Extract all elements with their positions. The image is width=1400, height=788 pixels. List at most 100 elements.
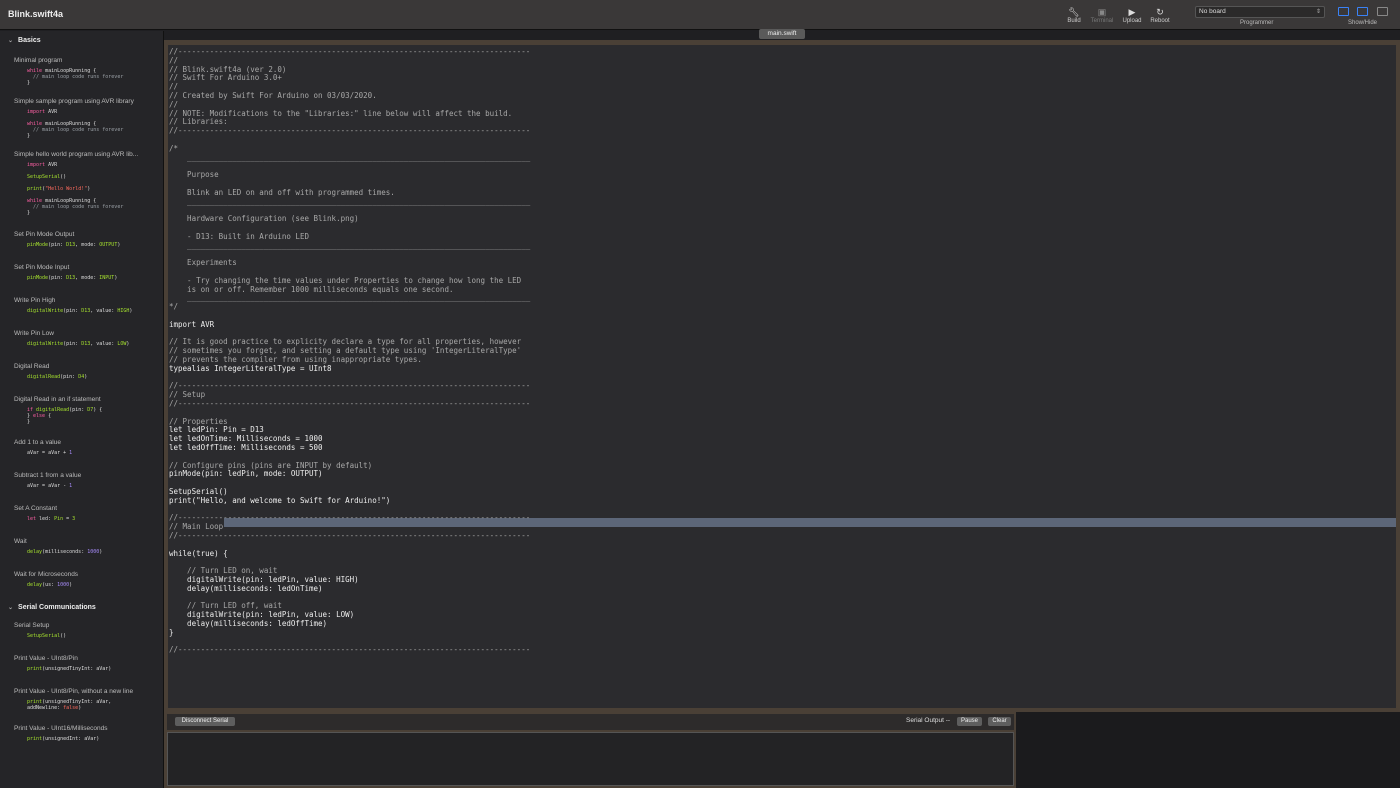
- snippet-code: digitalWrite(pin: D13, value: HIGH): [27, 308, 133, 314]
- snippet-print-uint16[interactable]: Print Value - UInt16/Milliseconds print(…: [14, 725, 163, 742]
- code-editor[interactable]: //--------------------------------------…: [168, 45, 1396, 708]
- snippet-serial-setup[interactable]: Serial Setup SetupSerial(): [14, 622, 163, 639]
- code-line: Purpose: [169, 170, 219, 180]
- snippet-wait-microseconds[interactable]: Wait for Microseconds delay(us: 1000): [14, 571, 163, 588]
- snippet-title: Print Value - UInt16/Milliseconds: [14, 725, 108, 732]
- snippet-print-uint8[interactable]: Print Value - UInt8/Pin print(unsignedTi…: [14, 655, 163, 672]
- code-line: //: [169, 82, 179, 92]
- code-line: - Try changing the time values under Pro…: [169, 275, 522, 285]
- snippet-code: print(unsignedTinyInt: aVar): [27, 666, 112, 672]
- code-line: // Turn LED on, wait: [169, 566, 278, 576]
- section-basics[interactable]: ⌄ Basics: [8, 35, 163, 47]
- snippet-title: Digital Read: [14, 363, 50, 370]
- code-line: SetupSerial(): [169, 487, 228, 496]
- snippet-digital-read[interactable]: Digital Read digitalRead(pin: D4): [14, 363, 163, 380]
- snippet-title: Write Pin Low: [14, 330, 54, 337]
- clear-button[interactable]: Clear: [988, 717, 1011, 726]
- code-line: //: [169, 55, 179, 65]
- snippet-subtract-one[interactable]: Subtract 1 from a value aVar = aVar - 1: [14, 472, 163, 489]
- snippet-code: delay(us: 1000): [27, 582, 73, 588]
- showhide-label: Show/Hide: [1348, 20, 1378, 26]
- terminal-icon: ▣: [1097, 7, 1107, 17]
- snippet-code: print(unsignedTinyInt: aVar, addNewline:…: [27, 699, 112, 711]
- board-value: No board: [1199, 8, 1226, 15]
- snippet-digital-read-if[interactable]: Digital Read in an if statement if digit…: [14, 396, 163, 425]
- chevron-updown-icon: ⇕: [1315, 9, 1321, 15]
- snippet-set-constant[interactable]: Set A Constant let led: Pin = 3: [14, 505, 163, 522]
- empty-panel: [1016, 712, 1400, 788]
- snippet-code: let led: Pin = 3: [27, 516, 76, 522]
- code-line: //--------------------------------------…: [169, 47, 531, 56]
- terminal-button[interactable]: ▣ Terminal: [1086, 6, 1118, 24]
- code-line: //--------------------------------------…: [169, 513, 531, 523]
- section-basics-label: Basics: [18, 37, 41, 44]
- snippet-pin-mode-input[interactable]: Set Pin Mode Input pinMode(pin: D13, mod…: [14, 264, 163, 281]
- reboot-button[interactable]: ↻ Reboot: [1144, 6, 1176, 24]
- code-line: typealias IntegerLiteralType = UInt8: [169, 363, 332, 373]
- code-line: // Properties: [169, 416, 228, 426]
- snippet-title: Simple hello world program using AVR lib…: [14, 151, 139, 158]
- show-bottom-panel-icon[interactable]: [1357, 7, 1368, 16]
- window-title: Blink.swift4a: [8, 9, 64, 19]
- tab-main-swift[interactable]: main.swift: [759, 29, 805, 39]
- code-line: Blink an LED on and off with programmed …: [169, 187, 395, 197]
- section-serial[interactable]: ⌄ Serial Communications: [8, 602, 163, 614]
- show-left-panel-icon[interactable]: [1338, 7, 1349, 16]
- code-line: let ledOffTime: Milliseconds = 500: [169, 443, 323, 452]
- code-line: ________________________________________…: [169, 152, 531, 162]
- snippet-title: Wait for Microseconds: [14, 571, 79, 578]
- snippet-title: Print Value - UInt8/Pin, without a new l…: [14, 688, 134, 695]
- snippet-print-uint8-no-newline[interactable]: Print Value - UInt8/Pin, without a new l…: [14, 688, 163, 711]
- snippet-minimal-program[interactable]: Minimal program while mainLoopRunning { …: [14, 57, 163, 86]
- code-line: let ledOnTime: Milliseconds = 1000: [169, 434, 323, 444]
- code-line: // sometimes you forget, and setting a d…: [169, 346, 522, 356]
- code-line: // It is good practice to explicity decl…: [169, 337, 522, 347]
- snippet-code: while mainLoopRunning { // main loop cod…: [27, 68, 124, 86]
- code-line: pinMode(pin: ledPin, mode: OUTPUT): [169, 469, 323, 479]
- code-line: // prevents the compiler from using inap…: [169, 355, 422, 364]
- pause-button[interactable]: Pause: [957, 717, 982, 726]
- code-line: //--------------------------------------…: [169, 381, 531, 391]
- code-line: // Configure pins (pins are INPUT by def…: [169, 460, 373, 470]
- code-line: ________________________________________…: [169, 240, 531, 250]
- snippet-wait[interactable]: Wait delay(milliseconds: 1000): [14, 538, 163, 555]
- snippet-write-pin-low[interactable]: Write Pin Low digitalWrite(pin: D13, val…: [14, 330, 163, 347]
- snippet-hello-world[interactable]: Simple hello world program using AVR lib…: [14, 151, 163, 216]
- code-line: // Swift For Arduino 3.0+: [169, 73, 282, 83]
- snippet-pin-mode-output[interactable]: Set Pin Mode Output pinMode(pin: D13, mo…: [14, 231, 163, 248]
- refresh-icon: ↻: [1156, 7, 1164, 17]
- snippet-title: Serial Setup: [14, 622, 50, 629]
- disconnect-serial-button[interactable]: Disconnect Serial: [175, 717, 235, 726]
- code-line: print("Hello, and welcome to Swift for A…: [169, 495, 391, 505]
- code-line: // NOTE: Modifications to the "Libraries…: [169, 108, 513, 118]
- code-line: - D13: Built in Arduino LED: [169, 231, 309, 241]
- code-line: // Turn LED off, wait: [169, 601, 282, 611]
- snippet-code: aVar = aVar + 1: [27, 450, 73, 456]
- serial-output-label: Serial Output --: [906, 717, 951, 724]
- snippet-code: import AVR SetupSerial() print("Hello Wo…: [27, 162, 124, 216]
- reboot-label: Reboot: [1150, 18, 1170, 24]
- snippet-title: Add 1 to a value: [14, 439, 61, 446]
- show-right-panel-icon[interactable]: [1377, 7, 1388, 16]
- code-line: Hardware Configuration (see Blink.png): [169, 214, 359, 224]
- code-line: Experiments: [169, 258, 237, 268]
- snippet-add-one[interactable]: Add 1 to a value aVar = aVar + 1: [14, 439, 163, 456]
- snippet-title: Set Pin Mode Output: [14, 231, 75, 238]
- snippet-title: Simple sample program using AVR library: [14, 98, 134, 105]
- code-line: digitalWrite(pin: ledPin, value: LOW): [169, 610, 355, 620]
- snippet-title: Minimal program: [14, 57, 63, 64]
- terminal-label: Terminal: [1090, 18, 1114, 24]
- serial-output-area[interactable]: [167, 732, 1014, 786]
- build-label: Build: [1067, 18, 1081, 24]
- snippet-code: if digitalRead(pin: D7) { } else { }: [27, 407, 103, 425]
- snippet-write-pin-high[interactable]: Write Pin High digitalWrite(pin: D13, va…: [14, 297, 163, 314]
- snippet-title: Digital Read in an if statement: [14, 396, 101, 403]
- board-select[interactable]: No board ⇕: [1195, 6, 1325, 18]
- snippet-code: import AVR while mainLoopRunning { // ma…: [27, 109, 124, 139]
- code-line: */: [169, 302, 179, 312]
- snippet-avr-library[interactable]: Simple sample program using AVR library …: [14, 98, 163, 139]
- code-line: let ledPin: Pin = D13: [169, 425, 264, 435]
- code-line: //--------------------------------------…: [169, 531, 531, 540]
- snippet-code: digitalRead(pin: D4): [27, 374, 88, 380]
- snippet-code: pinMode(pin: D13, mode: OUTPUT): [27, 242, 121, 248]
